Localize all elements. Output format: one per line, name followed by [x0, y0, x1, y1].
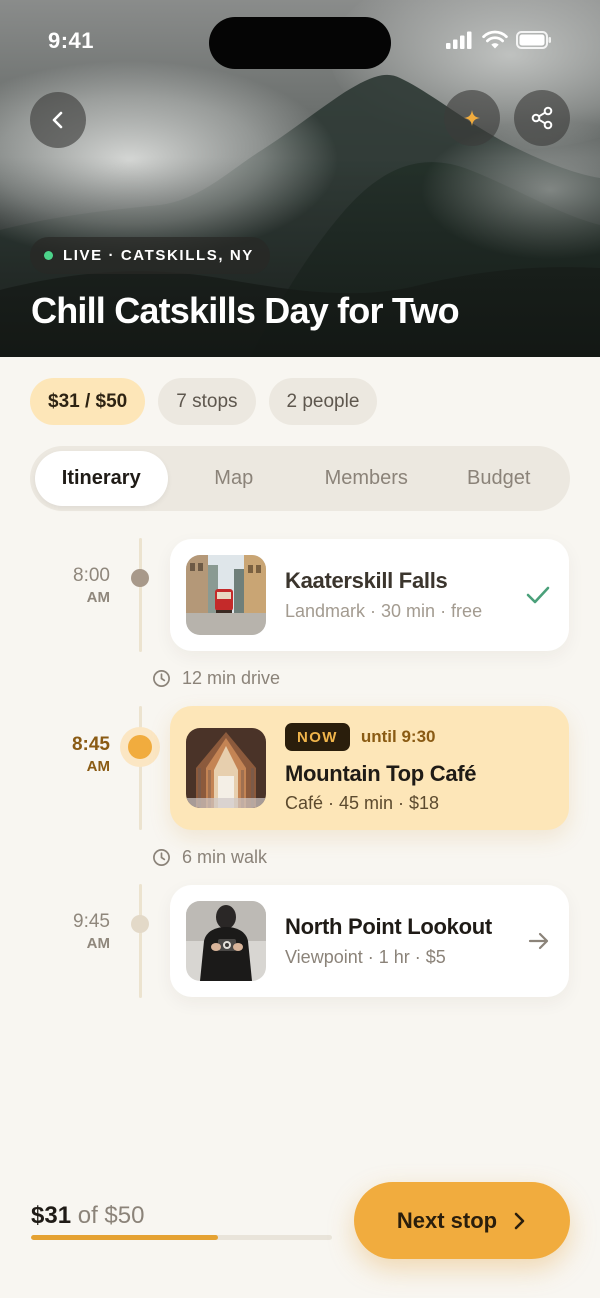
- live-location-label: LIVE · CATSKILLS, NY: [63, 247, 254, 264]
- stop-name: Mountain Top Café: [285, 761, 477, 786]
- stop-name: Kaaterskill Falls: [285, 568, 448, 593]
- photographer-image: [186, 901, 266, 981]
- stop-time: 9:45 AM: [20, 911, 110, 955]
- people-chip[interactable]: 2 people: [268, 378, 378, 425]
- stop-time-ampm: AM: [86, 935, 110, 952]
- share-icon: [531, 106, 553, 130]
- check-icon: [526, 586, 550, 604]
- signal-icon: [446, 31, 472, 49]
- stop-meta: Viewpoint · 1 hr · $5: [285, 947, 446, 967]
- stop-card-kaaterskill-falls[interactable]: Kaaterskill Falls Landmark · 30 min · fr…: [170, 539, 569, 651]
- status-icons: [446, 30, 552, 49]
- timeline-line: [139, 706, 142, 830]
- battery-icon: [516, 30, 551, 49]
- now-row: NOW until 9:30: [285, 723, 435, 751]
- transit-walk: 6 min walk: [152, 847, 267, 868]
- back-button[interactable]: [30, 92, 86, 148]
- stop-time: 8:00 AM: [20, 565, 110, 609]
- transit-label: 6 min walk: [182, 847, 268, 867]
- trip-title: Chill Catskills Day for Two: [31, 290, 460, 331]
- timeline-dot-done: [131, 569, 149, 587]
- status-bar: 9:41: [0, 0, 600, 84]
- live-location-pill: LIVE · CATSKILLS, NY: [30, 237, 270, 274]
- budget-progress-fill: [31, 1235, 218, 1240]
- stop-thumbnail: [186, 901, 266, 981]
- stop-name: North Point Lookout: [285, 914, 492, 939]
- tab-budget[interactable]: Budget: [433, 451, 566, 506]
- dynamic-island: [209, 17, 391, 69]
- tab-map[interactable]: Map: [168, 451, 301, 506]
- wifi-icon: [482, 30, 508, 49]
- stops-chip[interactable]: 7 stops: [158, 378, 256, 425]
- timeline-dot-now: [128, 735, 152, 759]
- stop-time-value: 8:00: [73, 565, 110, 586]
- cathedral-interior-image: [186, 728, 266, 808]
- now-until: until 9:30: [360, 727, 436, 746]
- chevron-left-icon: [52, 111, 63, 129]
- stop-card-north-point-lookout[interactable]: North Point Lookout Viewpoint · 1 hr · $…: [170, 885, 569, 997]
- tab-members[interactable]: Members: [300, 451, 433, 506]
- share-button[interactable]: [514, 90, 570, 146]
- stop-time: 8:45 AM: [20, 734, 110, 778]
- stop-thumbnail: [186, 728, 266, 808]
- stop-card-mountain-top-cafe[interactable]: NOW until 9:30 Mountain Top Café Café · …: [170, 706, 569, 830]
- spent-amount: $31: [31, 1202, 72, 1229]
- stop-time-value: 9:45: [73, 911, 110, 932]
- summary-chips: $31 / $50 7 stops 2 people: [30, 378, 378, 425]
- stop-meta: Café · 45 min · $18: [285, 793, 440, 813]
- stop-time-value: 8:45: [71, 734, 110, 755]
- now-badge: NOW: [285, 723, 350, 751]
- sparkle-icon: [464, 110, 480, 126]
- live-dot: [44, 251, 53, 260]
- clock-icon: [153, 670, 170, 687]
- transit-label: 12 min drive: [182, 668, 281, 688]
- street-tram-image: [186, 555, 266, 635]
- tab-bar: Itinerary Map Members Budget: [30, 446, 570, 511]
- chevron-right-icon: [514, 1212, 525, 1229]
- stop-time-ampm: AM: [86, 589, 110, 606]
- timeline-dot-upcoming: [131, 915, 149, 933]
- budget-progress-bar: [31, 1235, 332, 1240]
- arrow-right-icon[interactable]: [527, 931, 551, 951]
- status-time: 9:41: [48, 28, 95, 53]
- stop-meta: Landmark · 30 min · free: [285, 601, 483, 621]
- stop-time-ampm: AM: [86, 758, 110, 775]
- budget-chip[interactable]: $31 / $50: [30, 378, 146, 425]
- next-stop-button[interactable]: Next stop: [354, 1182, 570, 1259]
- timeline-line: [139, 884, 142, 998]
- stop-thumbnail: [186, 555, 266, 635]
- spent-suffix: of $50: [71, 1202, 145, 1229]
- budget-spent: $31 of $50: [31, 1202, 144, 1230]
- next-stop-label: Next stop: [396, 1207, 498, 1233]
- tab-itinerary[interactable]: Itinerary: [35, 451, 168, 506]
- transit-drive: 12 min drive: [152, 668, 280, 689]
- ai-sparkle-button[interactable]: [444, 90, 500, 146]
- clock-icon: [153, 849, 170, 866]
- timeline-line: [139, 538, 142, 652]
